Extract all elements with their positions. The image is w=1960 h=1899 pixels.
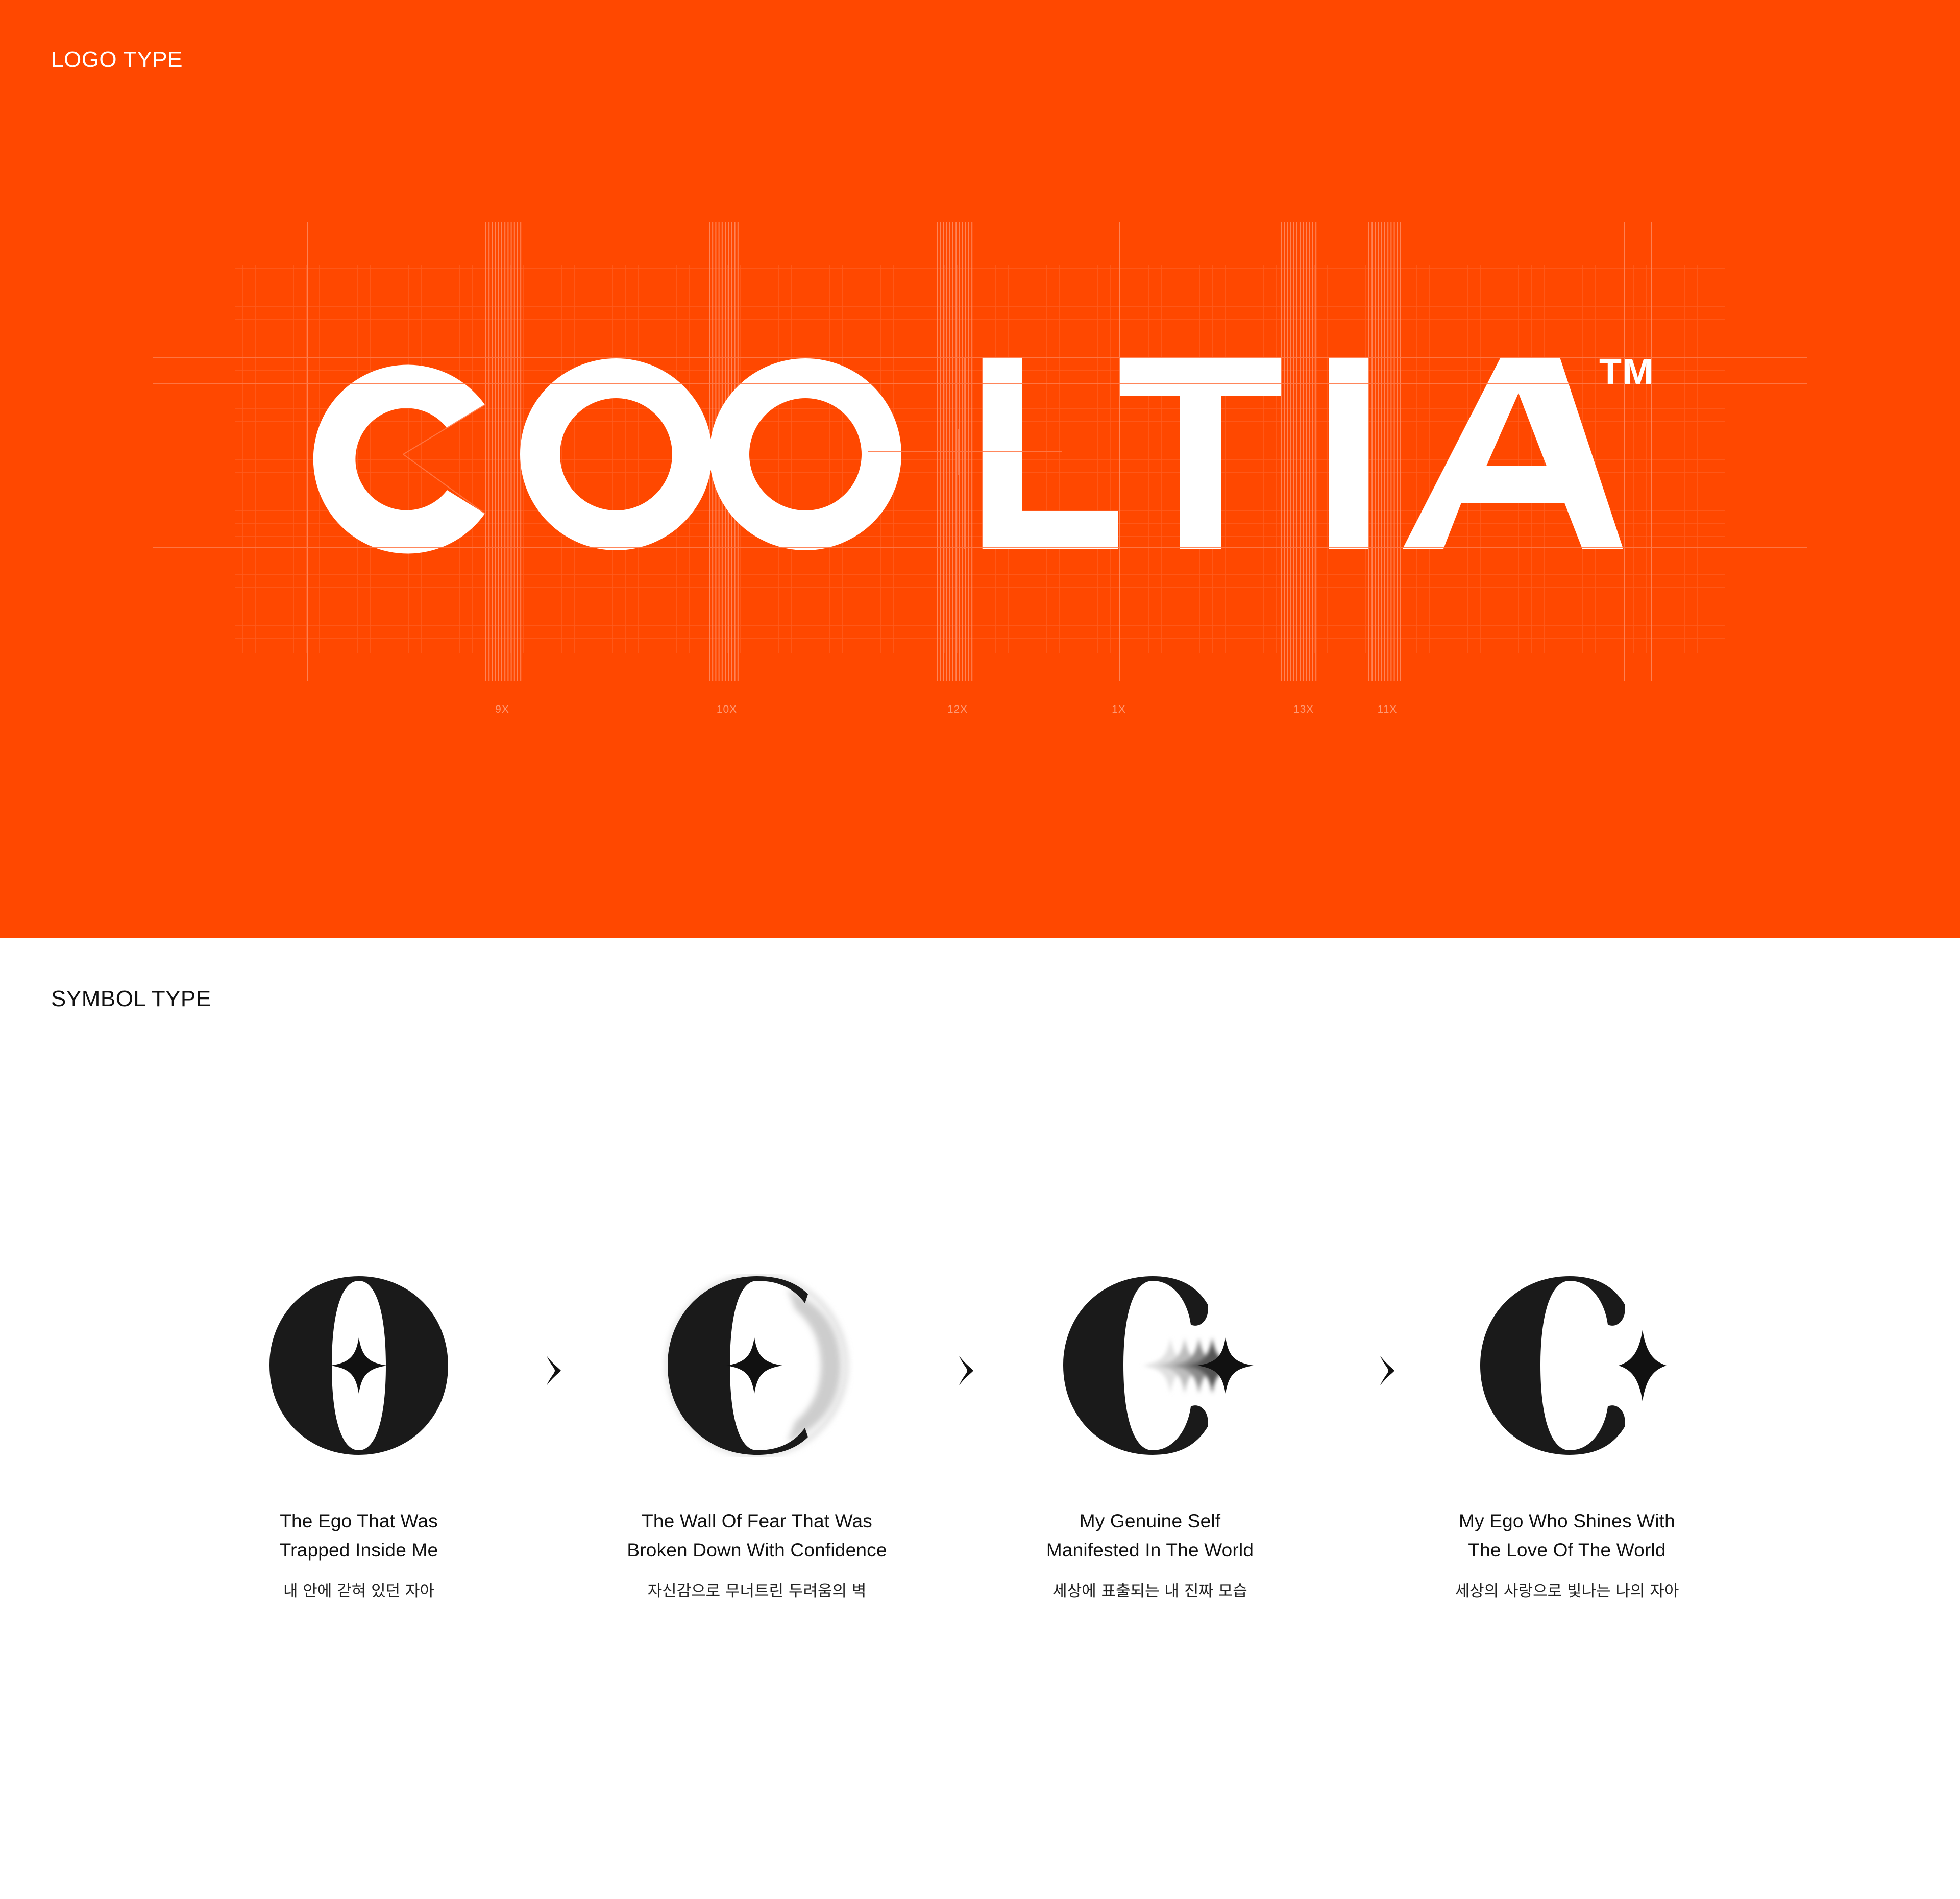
step-caption-line: My Ego Who Shines With bbox=[1459, 1511, 1675, 1531]
step-korean-caption: 내 안에 갇혀 있던 자아 bbox=[283, 1582, 435, 1600]
grid-label: 13X bbox=[1293, 703, 1314, 715]
wordmark-letter-o-first bbox=[520, 358, 712, 550]
step-caption-line: Manifested In The World bbox=[1046, 1540, 1254, 1561]
wordmark-letter-l bbox=[983, 357, 1118, 549]
step-caption-line: The Love Of The World bbox=[1468, 1540, 1666, 1561]
grid-label: 10X bbox=[716, 703, 738, 715]
grid-label: 1X bbox=[1112, 703, 1126, 715]
wordmark-letter-i bbox=[1329, 357, 1368, 549]
symbol-step-1: The Ego That Was Trapped Inside Me 내 안에 … bbox=[165, 1274, 553, 1601]
step-caption-line: My Genuine Self bbox=[1079, 1511, 1221, 1531]
letter-c-with-star-icon bbox=[1480, 1276, 1667, 1455]
symbol-step-4: My Ego Who Shines With The Love Of The W… bbox=[1378, 1274, 1766, 1601]
trademark: TM bbox=[1599, 352, 1654, 393]
wordmark-letter-o-second bbox=[709, 358, 901, 550]
chevron-right-icon bbox=[547, 1356, 561, 1385]
cooltia-wordmark bbox=[153, 357, 1807, 554]
logo-type-heading: LOGO TYPE bbox=[51, 47, 183, 72]
wordmark-letter-a bbox=[1403, 357, 1623, 549]
step-caption-line: Trapped Inside Me bbox=[279, 1540, 438, 1561]
letter-c-with-moving-star-icon bbox=[1063, 1276, 1254, 1455]
symbol-step-3: My Genuine Self Manifested In The World … bbox=[961, 1274, 1349, 1601]
wordmark-letter-t bbox=[1120, 357, 1281, 549]
symbol-step-2: The Wall Of Fear That Was Broken Down Wi… bbox=[563, 1274, 951, 1601]
wordmark-letter-c bbox=[313, 364, 485, 554]
logo-type-section: LOGO TYPE TM 9X 10X 12X 1X 13X 11X bbox=[0, 0, 1960, 938]
step-caption-line: Broken Down With Confidence bbox=[627, 1540, 887, 1561]
grid-label: 9X bbox=[495, 703, 509, 715]
grid-label: 12X bbox=[947, 703, 968, 715]
step-caption-line: The Wall Of Fear That Was bbox=[642, 1511, 872, 1531]
letter-o-breaking-with-star-icon bbox=[666, 1274, 848, 1457]
symbol-type-heading: SYMBOL TYPE bbox=[51, 986, 211, 1011]
step-korean-caption: 세상에 표출되는 내 진짜 모습 bbox=[1052, 1582, 1247, 1600]
grid-label: 11X bbox=[1377, 703, 1398, 715]
step-korean-caption: 세상의 사랑으로 빛나는 나의 자아 bbox=[1455, 1582, 1679, 1600]
step-korean-caption: 자신감으로 무너트린 두려움의 벽 bbox=[647, 1582, 867, 1600]
step-caption-line: The Ego That Was bbox=[280, 1511, 438, 1531]
letter-o-with-star-icon bbox=[270, 1276, 448, 1455]
